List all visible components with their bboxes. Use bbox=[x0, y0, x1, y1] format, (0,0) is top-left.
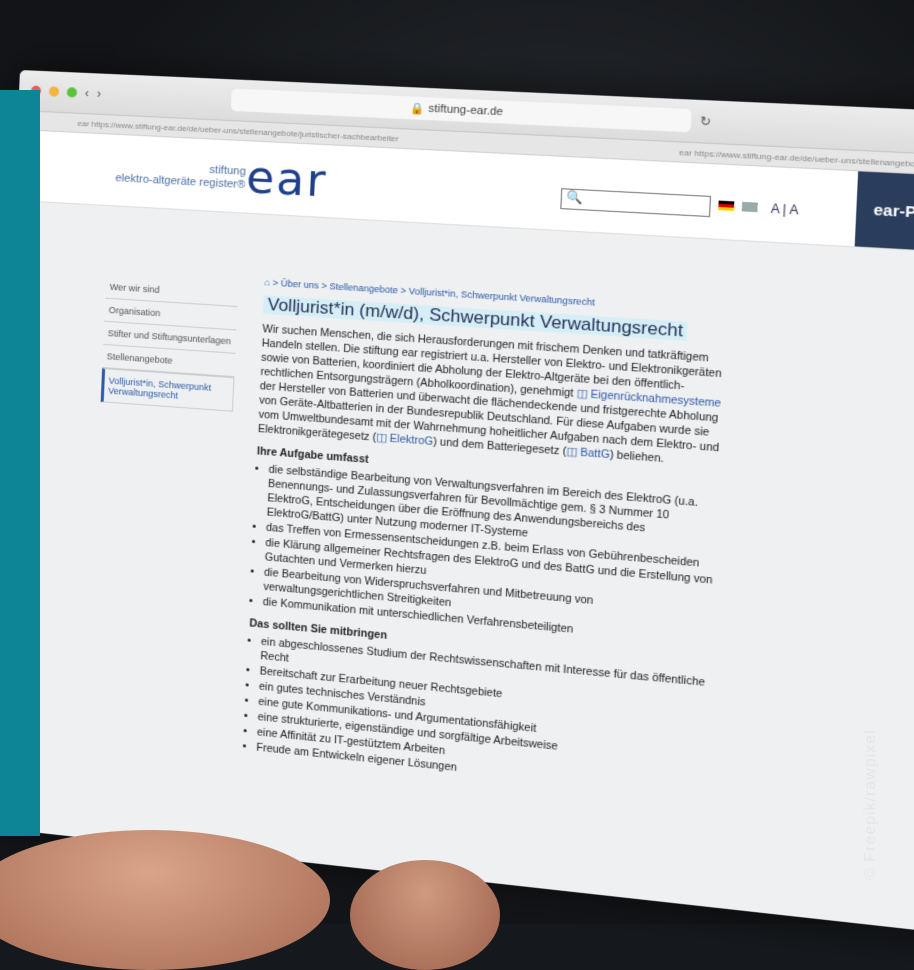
task-list: die selbständige Bearbeitung von Verwalt… bbox=[250, 462, 718, 650]
main-content: ⌂ > Über uns > Stellenangebote > Volljur… bbox=[244, 275, 728, 801]
intro-text-4: ) beliehen. bbox=[609, 448, 665, 466]
address-text: stiftung-ear.de bbox=[428, 102, 504, 119]
logo-text[interactable]: stiftung elektro-altgeräte register® bbox=[115, 159, 246, 192]
sidebar-nav: Wer wir sind Organisation Stifter und St… bbox=[100, 275, 239, 412]
reload-icon[interactable]: ↻ bbox=[700, 114, 712, 129]
maximize-window-icon[interactable] bbox=[66, 87, 78, 98]
link-battg[interactable]: ◫ BattG bbox=[566, 445, 610, 461]
forward-icon[interactable]: › bbox=[97, 87, 102, 101]
language-switch[interactable]: A | A bbox=[718, 198, 799, 218]
link-elektrog-label: ElektroG bbox=[389, 432, 434, 449]
intro-paragraph: Wir suchen Menschen, die sich Herausford… bbox=[258, 322, 725, 471]
laptop-screen: ‹ › 🔒 stiftung-ear.de ↻ ear https://www.… bbox=[0, 70, 914, 942]
photo-credit: © Freepik/rawpixel bbox=[862, 729, 879, 880]
german-flag-icon[interactable] bbox=[718, 200, 735, 211]
link-battg-label: BattG bbox=[580, 446, 611, 462]
ear-portal-button[interactable]: ear-Portal bbox=[854, 171, 914, 253]
minimize-window-icon[interactable] bbox=[48, 86, 60, 97]
home-icon[interactable]: ⌂ bbox=[264, 277, 270, 288]
search-icon: 🔍 bbox=[565, 189, 583, 206]
uk-flag-icon[interactable] bbox=[742, 201, 759, 213]
back-icon[interactable]: ‹ bbox=[85, 86, 90, 100]
link-elektrog[interactable]: ◫ ElektroG bbox=[376, 431, 433, 448]
font-size-toggle[interactable]: A | A bbox=[770, 201, 798, 217]
search-input[interactable]: 🔍 bbox=[560, 188, 712, 218]
lock-icon: 🔒 bbox=[410, 102, 429, 116]
hand-left bbox=[0, 830, 330, 970]
ear-logo[interactable]: ear bbox=[245, 151, 328, 207]
teal-overlay-panel bbox=[0, 90, 40, 836]
hand-right bbox=[350, 860, 500, 970]
